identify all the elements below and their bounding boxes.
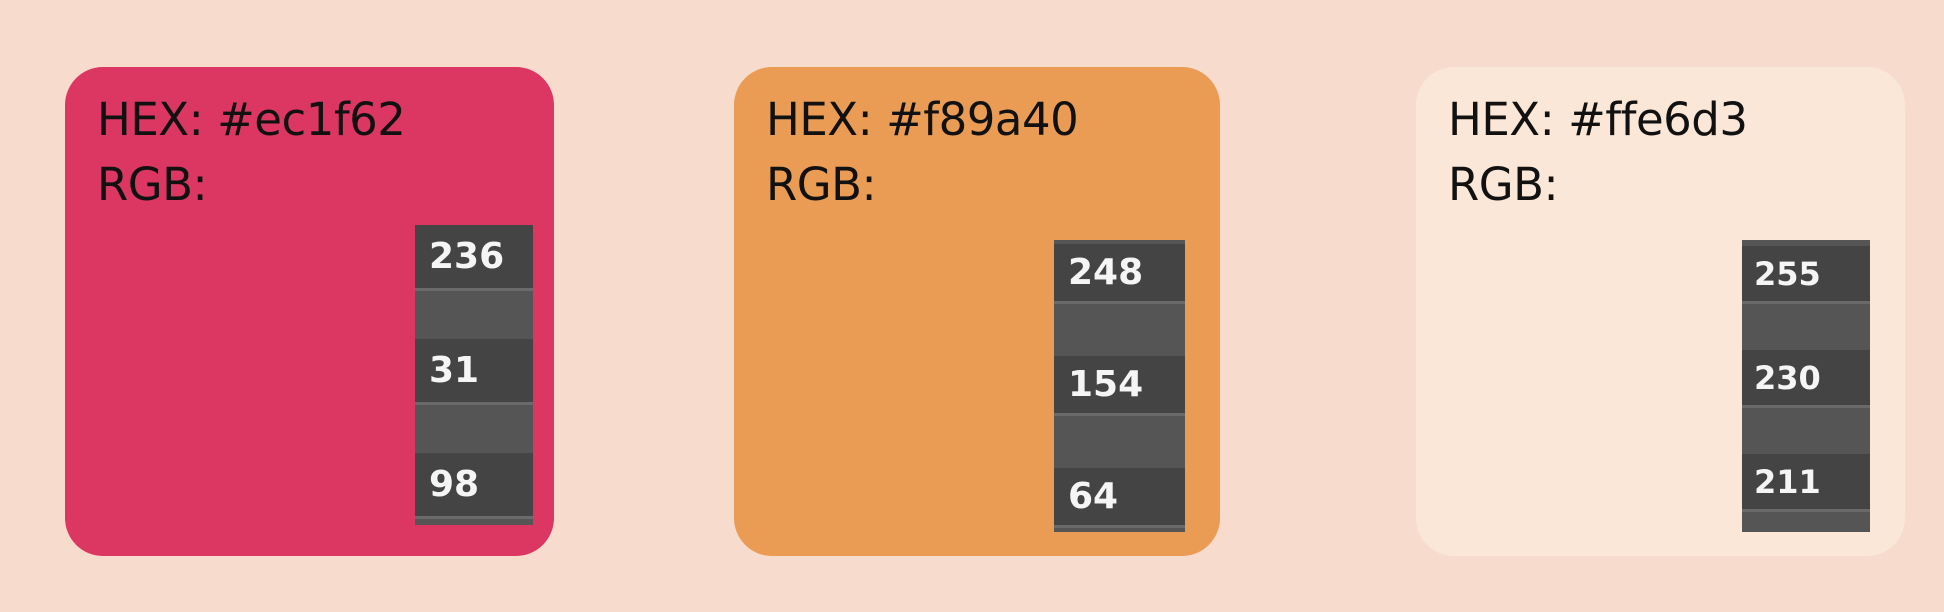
rgb-values-column: 248 154 64 [1054,240,1185,532]
blue-value-field[interactable]: 98 [415,453,533,519]
color-card-cream: HEX: #ffe6d3 RGB: 255 230 211 [1416,67,1905,556]
color-card-pink: HEX: #ec1f62 RGB: 236 31 98 [65,67,554,556]
blue-value-field[interactable]: 211 [1742,454,1870,512]
hex-label: HEX: #ffe6d3 [1448,93,1748,146]
rgb-values-column: 236 31 98 [415,225,533,525]
green-value-field[interactable]: 154 [1054,356,1185,416]
blue-value-field[interactable]: 64 [1054,468,1185,528]
rgb-label: RGB: [1448,158,1559,211]
red-value-field[interactable]: 248 [1054,244,1185,304]
hex-label: HEX: #f89a40 [766,93,1079,146]
rgb-values-column: 255 230 211 [1742,240,1870,532]
green-value-field[interactable]: 230 [1742,350,1870,408]
hex-label: HEX: #ec1f62 [97,93,406,146]
red-value-field[interactable]: 236 [415,225,533,291]
rgb-label: RGB: [97,158,208,211]
rgb-label: RGB: [766,158,877,211]
red-value-field[interactable]: 255 [1742,246,1870,304]
color-card-orange: HEX: #f89a40 RGB: 248 154 64 [734,67,1220,556]
green-value-field[interactable]: 31 [415,339,533,405]
